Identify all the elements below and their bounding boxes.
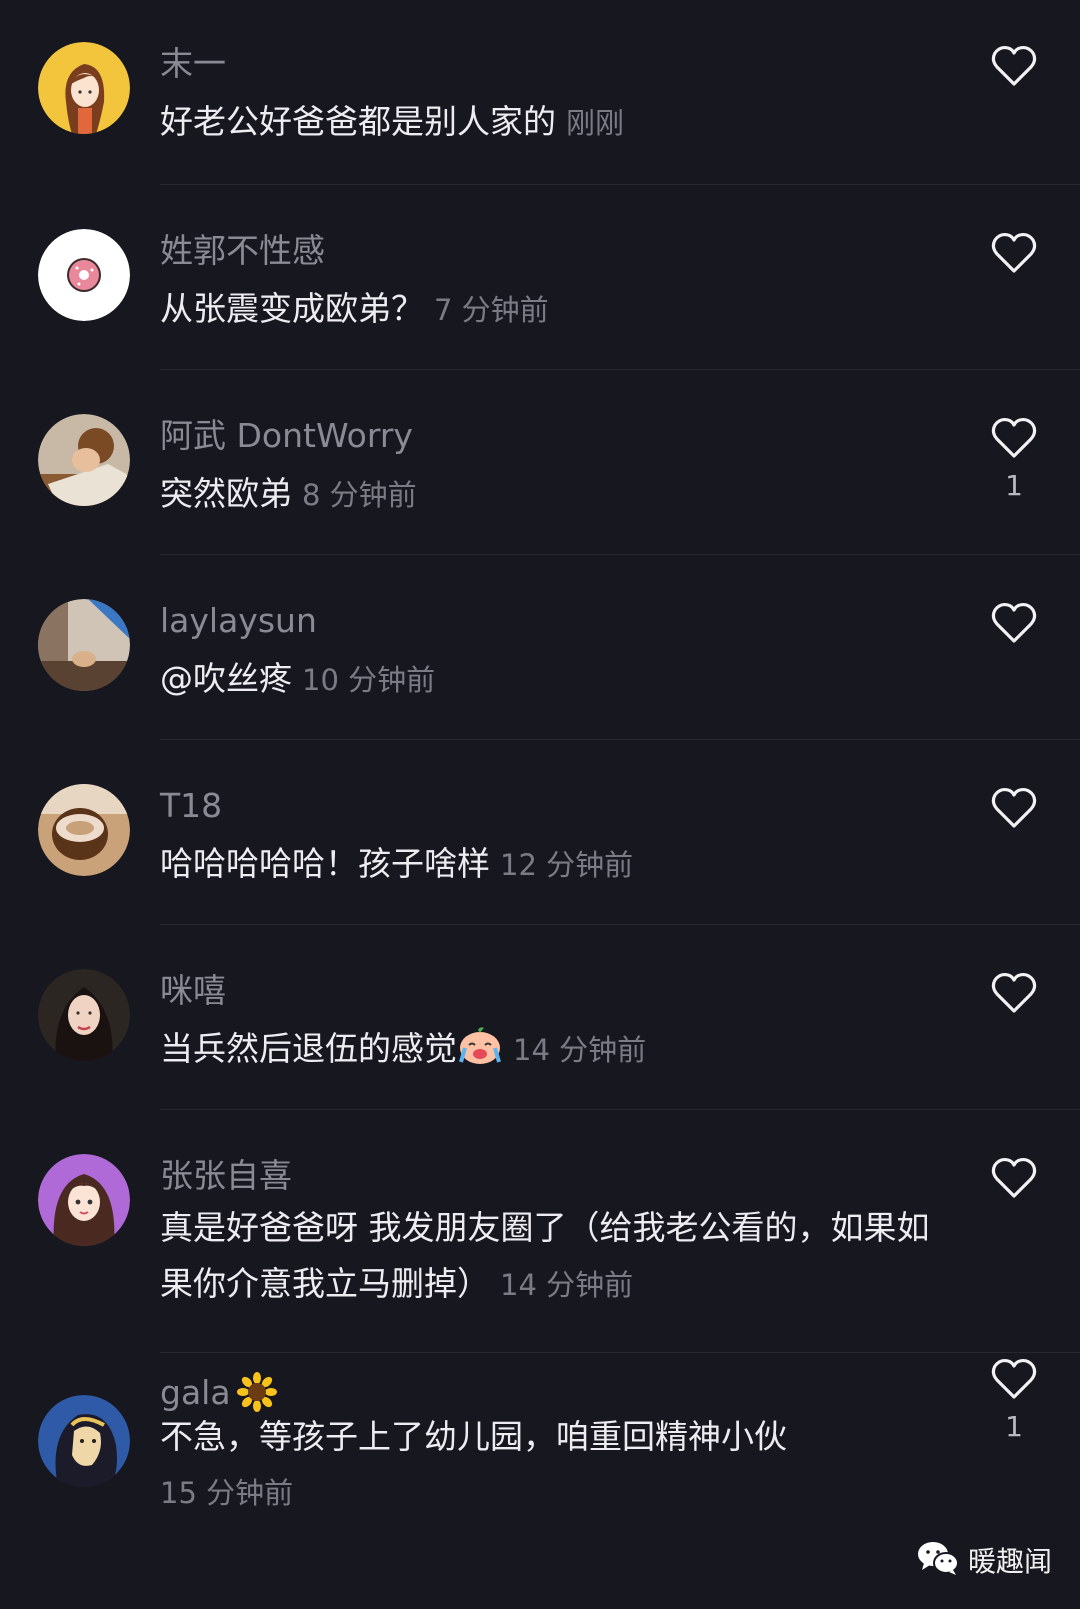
heart-outline-icon	[991, 972, 1037, 1013]
heart-outline-icon	[991, 1358, 1037, 1399]
avatar[interactable]	[38, 229, 130, 321]
like-button[interactable]	[990, 1156, 1038, 1200]
username[interactable]: 姓郭不性感	[160, 231, 325, 271]
comment-item: 姓郭不性感 从张震变成欧弟？ 7 分钟前	[0, 185, 1080, 370]
comment-text: 从张震变成欧弟？ 7 分钟前	[160, 281, 940, 338]
username[interactable]: 张张自喜	[160, 1156, 292, 1196]
timestamp: 14 分钟前	[500, 1268, 634, 1302]
username[interactable]: 阿武 DontWorry	[160, 416, 413, 456]
comment-body: 哈哈哈哈哈！孩子啥样	[160, 844, 490, 883]
heart-outline-icon	[991, 602, 1037, 643]
username[interactable]: 末一	[160, 44, 226, 84]
comment-item: T18 哈哈哈哈哈！孩子啥样 12 分钟前	[0, 740, 1080, 925]
comment-text: 哈哈哈哈哈！孩子啥样 12 分钟前	[160, 836, 940, 893]
comment-text: @吹丝疼 10 分钟前	[160, 651, 940, 708]
comment-item: 张张自喜 真是好爸爸呀 我发朋友圈了（给我老公看的，如果如果你介意我立马删掉） 1…	[0, 1110, 1080, 1353]
comment-body: 从张震变成欧弟？	[160, 289, 424, 328]
crying-face-emoji	[457, 1024, 503, 1083]
timestamp: 12 分钟前	[500, 848, 634, 882]
comment-body: 好老公好爸爸都是别人家的	[160, 102, 556, 141]
like-button[interactable]	[990, 1357, 1038, 1401]
comment-text: 真是好爸爸呀 我发朋友圈了（给我老公看的，如果如果你介意我立马删掉） 14 分钟前	[160, 1200, 940, 1313]
watermark-text: 暖趣闻	[968, 1545, 1053, 1578]
like-button[interactable]	[990, 44, 1038, 88]
comment-body: 当兵然后退伍的感觉	[160, 1029, 457, 1068]
comment-body: @吹丝疼	[160, 659, 292, 698]
timestamp: 7 分钟前	[434, 293, 549, 327]
heart-outline-icon	[991, 787, 1037, 828]
avatar[interactable]	[38, 42, 130, 134]
watermark: 暖趣闻	[916, 1538, 1052, 1582]
avatar[interactable]	[38, 414, 130, 506]
like-count: 1	[1005, 1410, 1023, 1443]
timestamp: 10 分钟前	[302, 663, 436, 697]
username[interactable]: 咪嘻	[160, 971, 226, 1011]
comment-item: 末一 好老公好爸爸都是别人家的 刚刚	[0, 0, 1080, 185]
avatar[interactable]	[38, 784, 130, 876]
timestamp: 14 分钟前	[513, 1033, 647, 1067]
comment-text: 不急，等孩子上了幼儿园，咱重回精神小伙 15 分钟前	[160, 1409, 940, 1521]
like-button[interactable]	[990, 231, 1038, 275]
comment-item: laylaysun @吹丝疼 10 分钟前	[0, 555, 1080, 740]
like-button[interactable]	[990, 416, 1038, 460]
comment-body: 不急，等孩子上了幼儿园，咱重回精神小伙	[160, 1417, 787, 1456]
like-button[interactable]	[990, 786, 1038, 830]
comment-body: 突然欧弟	[160, 474, 292, 513]
avatar[interactable]	[38, 1395, 130, 1487]
comment-text: 突然欧弟 8 分钟前	[160, 466, 940, 523]
like-count: 1	[1005, 469, 1023, 502]
username[interactable]: laylaysun	[160, 601, 317, 641]
heart-outline-icon	[991, 1157, 1037, 1198]
comment-text: 当兵然后退伍的感觉 14 分钟前	[160, 1021, 940, 1083]
username-text: gala	[160, 1373, 231, 1412]
timestamp: 8 分钟前	[302, 478, 417, 512]
comment-text: 好老公好爸爸都是别人家的 刚刚	[160, 94, 940, 151]
avatar[interactable]	[38, 969, 130, 1061]
heart-outline-icon	[991, 45, 1037, 86]
timestamp: 15 分钟前	[160, 1476, 294, 1510]
like-button[interactable]	[990, 601, 1038, 645]
heart-outline-icon	[991, 417, 1037, 458]
wechat-icon	[916, 1539, 960, 1581]
comment-item: 咪嘻 当兵然后退伍的感觉 14 分钟前	[0, 925, 1080, 1110]
timestamp: 刚刚	[566, 106, 625, 140]
avatar[interactable]	[38, 599, 130, 691]
avatar[interactable]	[38, 1154, 130, 1246]
heart-outline-icon	[991, 232, 1037, 273]
comment-item: 阿武 DontWorry 突然欧弟 8 分钟前 1	[0, 370, 1080, 555]
username[interactable]: T18	[160, 786, 222, 826]
like-button[interactable]	[990, 971, 1038, 1015]
